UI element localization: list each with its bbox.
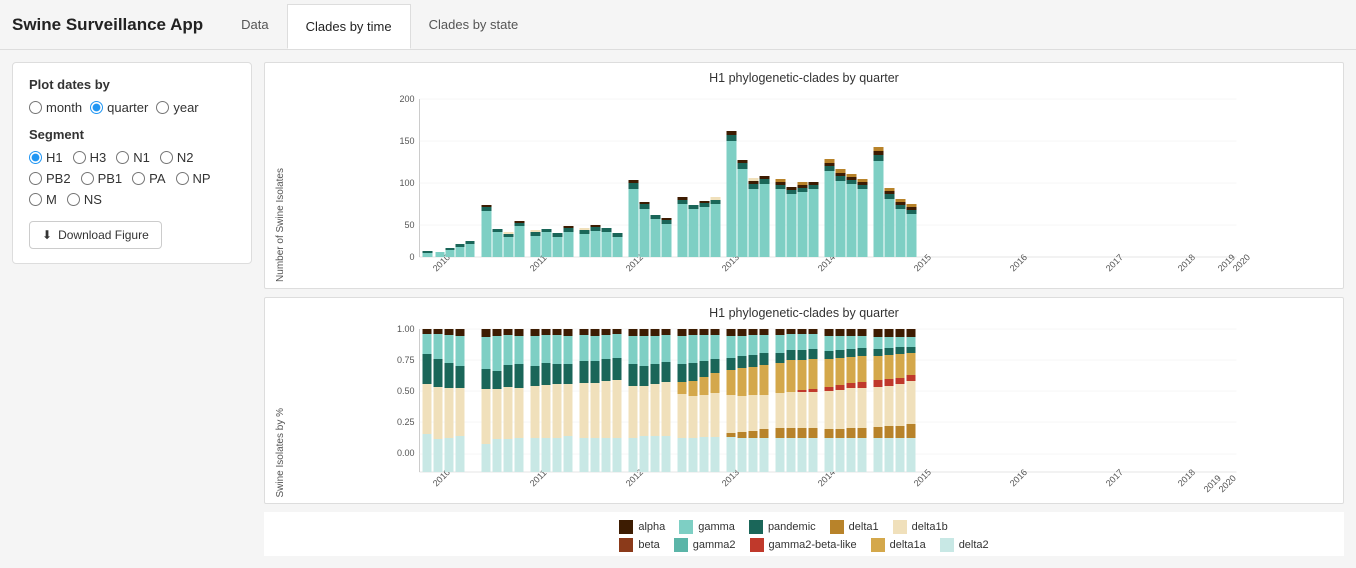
bottom-chart-title: H1 phylogenetic-clades by quarter [275, 306, 1333, 320]
svg-text:0.75: 0.75 [397, 355, 415, 365]
legend-swatch-delta2 [940, 538, 954, 552]
radio-H1[interactable]: H1 [29, 150, 63, 165]
radio-PB2[interactable]: PB2 [29, 171, 71, 186]
top-chart-title: H1 phylogenetic-clades by quarter [275, 71, 1333, 85]
segment-label: Segment [29, 127, 235, 142]
top-chart-svg: 200 150 100 50 0 2010 2011 2012 2013 201… [290, 89, 1333, 279]
svg-text:1.00: 1.00 [397, 324, 415, 334]
svg-text:2020: 2020 [1217, 473, 1238, 494]
top-y-axis-label: Number of Swine Isolates [275, 168, 286, 282]
svg-text:2018: 2018 [1176, 252, 1197, 273]
radio-year[interactable]: year [156, 100, 198, 115]
navbar: Swine Surveillance App Data Clades by ti… [0, 0, 1356, 50]
svg-text:2017: 2017 [1104, 252, 1125, 273]
segment-radio-group: H1 H3 N1 N2 PB2 PB1 PA NP [29, 150, 235, 207]
legend-gamma: gamma [679, 520, 735, 534]
legend-swatch-gamma2 [674, 538, 688, 552]
plot-dates-label: Plot dates by [29, 77, 235, 92]
bottom-chart-area: Swine Isolates by % 1.00 0.75 0.50 [275, 324, 1333, 497]
legend-swatch-pandemic [749, 520, 763, 534]
legend-swatch-beta [619, 538, 633, 552]
right-panel: H1 phylogenetic-clades by quarter Number… [264, 62, 1344, 556]
download-icon: ⬇ [42, 228, 52, 242]
legend-area: alpha gamma pandemic delta1 [264, 512, 1344, 556]
legend-swatch-gamma [679, 520, 693, 534]
radio-H3[interactable]: H3 [73, 150, 107, 165]
legend-delta1: delta1 [830, 520, 879, 534]
legend-gamma2: gamma2 [674, 538, 736, 552]
bottom-chart: H1 phylogenetic-clades by quarter Swine … [264, 297, 1344, 504]
radio-NS[interactable]: NS [67, 192, 102, 207]
legend-swatch-delta1a [871, 538, 885, 552]
svg-text:100: 100 [399, 178, 414, 188]
nav-tabs: Data Clades by time Clades by state [223, 0, 536, 49]
svg-text:2016: 2016 [1008, 467, 1029, 488]
legend-swatch-alpha [619, 520, 633, 534]
legend-alpha: alpha [619, 520, 665, 534]
top-chart-area: Number of Swine Isolates 200 150 100 50 [275, 89, 1333, 282]
svg-text:2017: 2017 [1104, 467, 1125, 488]
svg-text:0.25: 0.25 [397, 417, 415, 427]
legend-delta2: delta2 [940, 538, 989, 552]
radio-NP[interactable]: NP [176, 171, 211, 186]
main-content: Plot dates by month quarter year Segment… [0, 50, 1356, 568]
radio-month[interactable]: month [29, 100, 82, 115]
tab-clades-by-state[interactable]: Clades by state [411, 0, 537, 49]
bottom-y-axis-label: Swine Isolates by % [275, 408, 286, 498]
radio-M[interactable]: M [29, 192, 57, 207]
svg-text:200: 200 [399, 94, 414, 104]
bottom-chart-svg: 1.00 0.75 0.50 0.25 0.00 2010 2011 2012 … [290, 324, 1333, 494]
legend-swatch-gamma2bl [750, 538, 764, 552]
tab-clades-by-time[interactable]: Clades by time [287, 4, 411, 49]
radio-quarter[interactable]: quarter [90, 100, 148, 115]
svg-text:150: 150 [399, 136, 414, 146]
svg-text:50: 50 [404, 220, 414, 230]
bottom-chart-svg-wrap: 1.00 0.75 0.50 0.25 0.00 2010 2011 2012 … [290, 324, 1333, 497]
radio-PB1[interactable]: PB1 [81, 171, 123, 186]
radio-PA[interactable]: PA [132, 171, 165, 186]
legend-swatch-delta1 [830, 520, 844, 534]
svg-text:2016: 2016 [1008, 252, 1029, 273]
legend-pandemic: pandemic [749, 520, 816, 534]
legend-delta1b: delta1b [893, 520, 948, 534]
left-panel: Plot dates by month quarter year Segment… [12, 62, 252, 264]
svg-text:2018: 2018 [1176, 467, 1197, 488]
radio-N2[interactable]: N2 [160, 150, 194, 165]
radio-N1[interactable]: N1 [116, 150, 150, 165]
svg-text:2020: 2020 [1231, 252, 1252, 273]
svg-text:0.50: 0.50 [397, 386, 415, 396]
svg-text:0.00: 0.00 [397, 448, 415, 458]
top-chart: H1 phylogenetic-clades by quarter Number… [264, 62, 1344, 289]
svg-text:0: 0 [409, 252, 414, 262]
tab-data[interactable]: Data [223, 0, 286, 49]
legend-delta1a: delta1a [871, 538, 926, 552]
top-chart-svg-wrap: 200 150 100 50 0 2010 2011 2012 2013 201… [290, 89, 1333, 282]
date-radio-group: month quarter year [29, 100, 235, 115]
legend-beta: beta [619, 538, 659, 552]
legend-gamma2bl: gamma2-beta-like [750, 538, 857, 552]
download-button[interactable]: ⬇ Download Figure [29, 221, 162, 249]
legend-swatch-delta1b [893, 520, 907, 534]
app-title: Swine Surveillance App [12, 15, 203, 35]
